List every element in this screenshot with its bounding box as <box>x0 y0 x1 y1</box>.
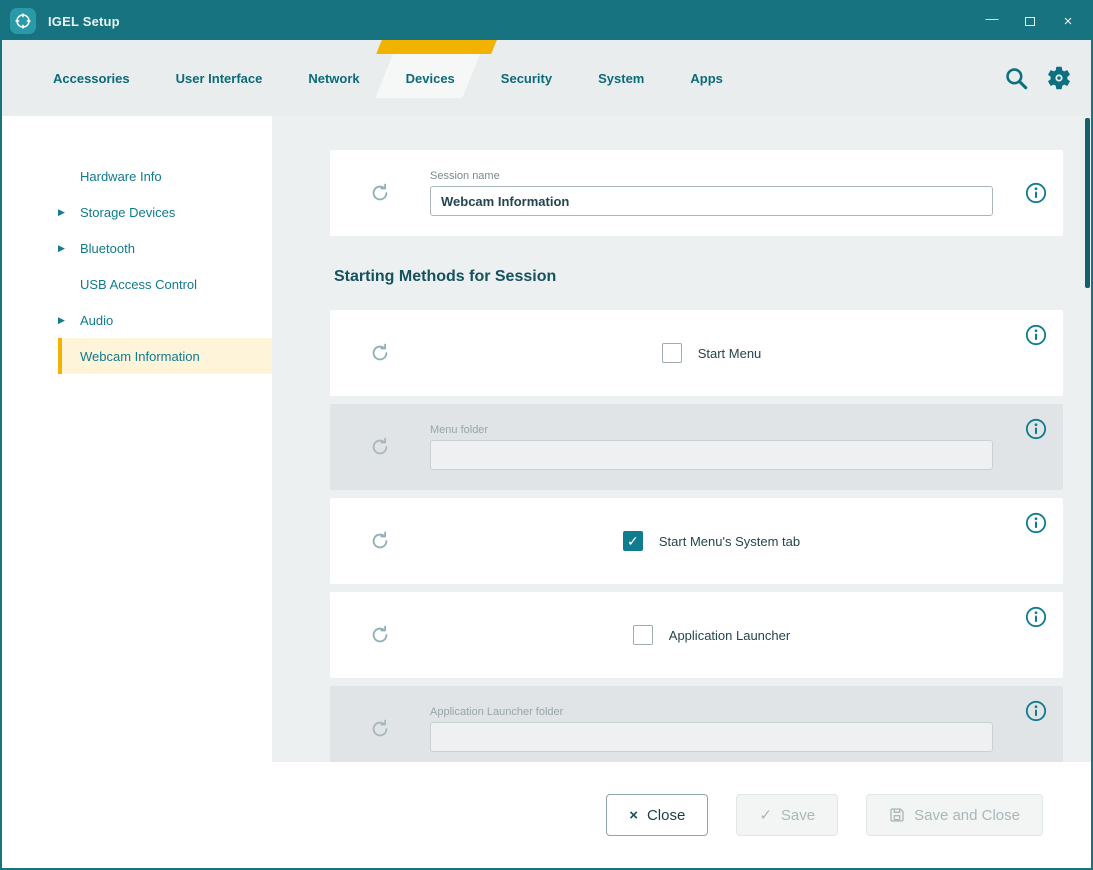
application-launcher-card: Application Launcher <box>330 592 1063 678</box>
tab-devices[interactable]: Devices <box>383 40 478 116</box>
sidebar-item-storage-devices[interactable]: ▶ Storage Devices <box>58 194 272 230</box>
reset-parameter-icon <box>369 718 391 740</box>
info-icon[interactable] <box>1025 324 1047 346</box>
maximize-button[interactable] <box>1015 8 1045 34</box>
reset-parameter-icon <box>369 436 391 458</box>
section-title: Starting Methods for Session <box>334 268 1063 286</box>
tab-user-interface[interactable]: User Interface <box>153 40 286 116</box>
reset-parameter-icon[interactable] <box>369 624 391 646</box>
system-tab-label: Start Menu's System tab <box>659 534 800 549</box>
tab-accessories[interactable]: Accessories <box>30 40 153 116</box>
parameter-search-gear-icon[interactable] <box>1045 64 1073 92</box>
tab-network[interactable]: Network <box>285 40 382 116</box>
sidebar-item-hardware-info[interactable]: Hardware Info <box>58 158 272 194</box>
sidebar-item-webcam-information[interactable]: Webcam Information <box>58 338 272 374</box>
reset-parameter-icon[interactable] <box>369 530 391 552</box>
sidebar-item-bluetooth[interactable]: ▶ Bluetooth <box>58 230 272 266</box>
info-icon[interactable] <box>1025 512 1047 534</box>
igel-setup-window: IGEL Setup — × Accessories User Interfac… <box>0 0 1093 870</box>
close-button[interactable]: × Close <box>606 794 708 836</box>
floppy-save-icon <box>889 807 905 823</box>
system-tab-checkbox[interactable] <box>623 531 643 551</box>
system-tab-card: Start Menu's System tab <box>330 498 1063 584</box>
minimize-button[interactable]: — <box>977 8 1007 34</box>
window-title: IGEL Setup <box>48 14 120 29</box>
sidebar: Hardware Info ▶ Storage Devices ▶ Blueto… <box>2 116 272 762</box>
search-icon[interactable] <box>1003 65 1029 91</box>
sidebar-item-audio[interactable]: ▶ Audio <box>58 302 272 338</box>
session-name-card: Session name <box>330 150 1063 236</box>
save-and-close-button[interactable]: Save and Close <box>866 794 1043 836</box>
reset-parameter-icon[interactable] <box>369 182 391 204</box>
menu-folder-card: Menu folder <box>330 404 1063 490</box>
expand-arrow-icon[interactable]: ▶ <box>58 207 80 218</box>
expand-arrow-icon[interactable]: ▶ <box>58 243 80 254</box>
vertical-scrollbar[interactable] <box>1085 118 1090 288</box>
start-menu-label: Start Menu <box>698 346 762 361</box>
start-menu-checkbox[interactable] <box>662 343 682 363</box>
menu-folder-input <box>430 440 993 470</box>
application-launcher-checkbox[interactable] <box>633 625 653 645</box>
close-window-button[interactable]: × <box>1053 8 1083 34</box>
info-icon[interactable] <box>1025 418 1047 440</box>
close-x-icon: × <box>629 807 638 824</box>
menu-folder-label: Menu folder <box>430 424 993 436</box>
igel-logo <box>10 8 36 34</box>
session-name-input[interactable] <box>430 186 993 216</box>
tab-bar: Accessories User Interface Network Devic… <box>2 40 1091 116</box>
settings-panel: Session name Starting Methods for Sessio… <box>272 116 1091 762</box>
info-icon[interactable] <box>1025 606 1047 628</box>
info-icon[interactable] <box>1025 182 1047 204</box>
maximize-icon <box>1025 17 1035 26</box>
start-menu-card: Start Menu <box>330 310 1063 396</box>
application-launcher-label: Application Launcher <box>669 628 790 643</box>
sidebar-item-usb-access-control[interactable]: USB Access Control <box>58 266 272 302</box>
application-launcher-folder-card: Application Launcher folder <box>330 686 1063 762</box>
titlebar: IGEL Setup — × <box>2 2 1091 40</box>
tab-apps[interactable]: Apps <box>667 40 746 116</box>
reset-parameter-icon[interactable] <box>369 342 391 364</box>
application-launcher-folder-input <box>430 722 993 752</box>
expand-arrow-icon[interactable]: ▶ <box>58 315 80 326</box>
application-launcher-folder-label: Application Launcher folder <box>430 706 993 718</box>
footer-bar: × Close ✓ Save Save and Close <box>2 762 1091 868</box>
check-icon: ✓ <box>759 806 772 824</box>
tab-system[interactable]: System <box>575 40 667 116</box>
info-icon[interactable] <box>1025 700 1047 722</box>
tab-security[interactable]: Security <box>478 40 575 116</box>
save-button[interactable]: ✓ Save <box>736 794 838 836</box>
session-name-label: Session name <box>430 170 993 182</box>
